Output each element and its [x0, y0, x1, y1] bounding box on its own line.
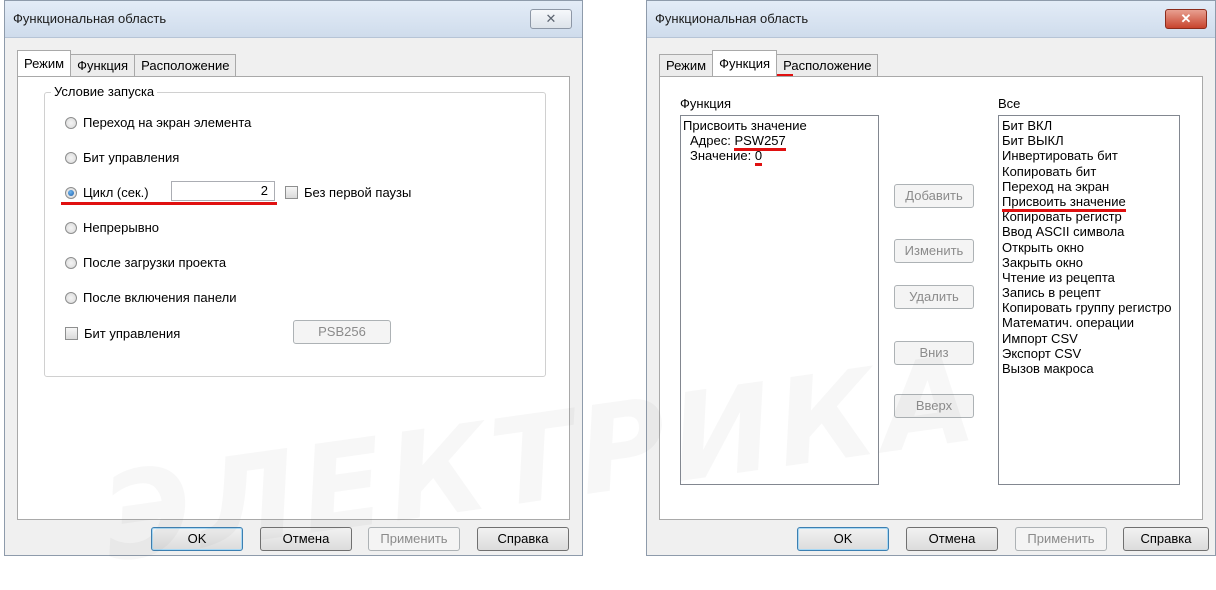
ok-button[interactable]: OK	[797, 527, 889, 551]
radio-continuous[interactable]: Непрерывно	[65, 220, 159, 235]
cancel-button[interactable]: Отмена	[260, 527, 352, 551]
radio-cycle[interactable]: Цикл (сек.)	[65, 185, 149, 200]
close-button[interactable]: ✕	[1165, 9, 1207, 29]
function-list-item: Присвоить значение	[683, 118, 807, 133]
radio-checked-icon	[65, 186, 77, 199]
list-item[interactable]: Чтение из рецепта	[1002, 270, 1179, 285]
list-item-highlighted[interactable]: Присвоить значение	[1002, 193, 1179, 212]
list-item[interactable]: Ввод ASCII символа	[1002, 224, 1179, 239]
no-first-pause-checkbox[interactable]: Без первой паузы	[285, 185, 411, 200]
list-item[interactable]: Вызов макроса	[1002, 361, 1179, 376]
radio-after-project-load[interactable]: После загрузки проекта	[65, 255, 226, 270]
highlight-underline	[61, 202, 277, 205]
start-condition-group: Условие запуска Переход на экран элемент…	[44, 84, 546, 377]
title-bar: Функциональная область ✕	[647, 1, 1215, 38]
list-item[interactable]: Импорт CSV	[1002, 331, 1179, 346]
tab-panel-mode: Условие запуска Переход на экран элемент…	[17, 76, 570, 520]
add-button[interactable]: Добавить	[894, 184, 974, 208]
title-bar: Функциональная область ✕	[5, 1, 582, 38]
list-item[interactable]: Открыть окно	[1002, 240, 1179, 255]
tab-mode[interactable]: Режим	[17, 50, 72, 76]
edit-button[interactable]: Изменить	[894, 239, 974, 263]
list-item[interactable]: Копировать бит	[1002, 164, 1179, 179]
delete-button[interactable]: Удалить	[894, 285, 974, 309]
close-icon: ✕	[545, 11, 557, 26]
radio-icon	[65, 221, 77, 234]
control-bit-checkbox[interactable]: Бит управления	[65, 326, 180, 341]
dialog-content: Режим Функция Расположение Функция Присв…	[653, 38, 1209, 555]
dialog-title: Функциональная область	[655, 11, 809, 26]
tab-bar: Режим Функция Расположение	[17, 50, 237, 76]
tab-function[interactable]: Функция	[712, 50, 778, 76]
list-item[interactable]: Переход на экран	[1002, 179, 1179, 194]
control-bit-address-button[interactable]: PSB256	[293, 320, 391, 344]
move-up-button[interactable]: Вверх	[894, 394, 974, 418]
all-functions-list[interactable]: Бит ВКЛ Бит ВЫКЛ Инвертировать бит Копир…	[998, 115, 1180, 485]
list-item[interactable]: Математич. операции	[1002, 315, 1179, 330]
checkbox-icon	[65, 327, 78, 340]
list-item[interactable]: Бит ВКЛ	[1002, 118, 1179, 133]
value-value: 0	[754, 148, 763, 167]
all-functions-label: Все	[998, 96, 1021, 111]
radio-icon	[65, 256, 77, 269]
radio-icon	[65, 116, 77, 129]
ok-button[interactable]: OK	[151, 527, 243, 551]
close-button[interactable]: ✕	[530, 9, 572, 29]
help-button[interactable]: Справка	[477, 527, 569, 551]
list-item[interactable]: Копировать группу регистро	[1002, 300, 1179, 315]
radio-after-panel-power-on[interactable]: После включения панели	[65, 290, 236, 305]
cancel-button[interactable]: Отмена	[906, 527, 998, 551]
checkbox-icon	[285, 186, 298, 199]
dialog-function: Функциональная область ✕ Режим Функция Р…	[646, 0, 1216, 556]
function-label: Функция	[680, 96, 731, 111]
radio-control-bit[interactable]: Бит управления	[65, 150, 179, 165]
function-address-line: Адрес: PSW257	[681, 133, 878, 152]
list-item[interactable]: Копировать регистр	[1002, 209, 1179, 224]
tab-mode[interactable]: Режим	[659, 54, 714, 76]
dialog-title: Функциональная область	[13, 11, 167, 26]
close-icon: ✕	[1180, 11, 1192, 26]
group-title: Условие запуска	[51, 84, 158, 99]
dialog-mode: Функциональная область ✕ Режим Функция Р…	[4, 0, 583, 556]
list-item[interactable]: Инвертировать бит	[1002, 148, 1179, 163]
radio-screen-transition[interactable]: Переход на экран элемента	[65, 115, 251, 130]
list-item[interactable]: Запись в рецепт	[1002, 285, 1179, 300]
radio-icon	[65, 291, 77, 304]
tab-bar: Режим Функция Расположение	[659, 50, 879, 76]
function-list[interactable]: Присвоить значение Адрес: PSW257 Значени…	[680, 115, 879, 485]
list-item[interactable]: Закрыть окно	[1002, 255, 1179, 270]
dialog-content: Режим Функция Расположение Условие запус…	[11, 38, 576, 555]
tab-function[interactable]: Функция	[70, 54, 136, 76]
list-item[interactable]: Бит ВЫКЛ	[1002, 133, 1179, 148]
tab-panel-function: Функция Присвоить значение Адрес: PSW257…	[659, 76, 1203, 520]
radio-icon	[65, 151, 77, 164]
list-item[interactable]: Экспорт CSV	[1002, 346, 1179, 361]
apply-button[interactable]: Применить	[368, 527, 460, 551]
move-down-button[interactable]: Вниз	[894, 341, 974, 365]
apply-button[interactable]: Применить	[1015, 527, 1107, 551]
tab-layout[interactable]: Расположение	[134, 54, 237, 76]
tab-layout[interactable]: Расположение	[776, 54, 879, 76]
cycle-seconds-input[interactable]: 2	[171, 181, 275, 201]
help-button[interactable]: Справка	[1123, 527, 1209, 551]
